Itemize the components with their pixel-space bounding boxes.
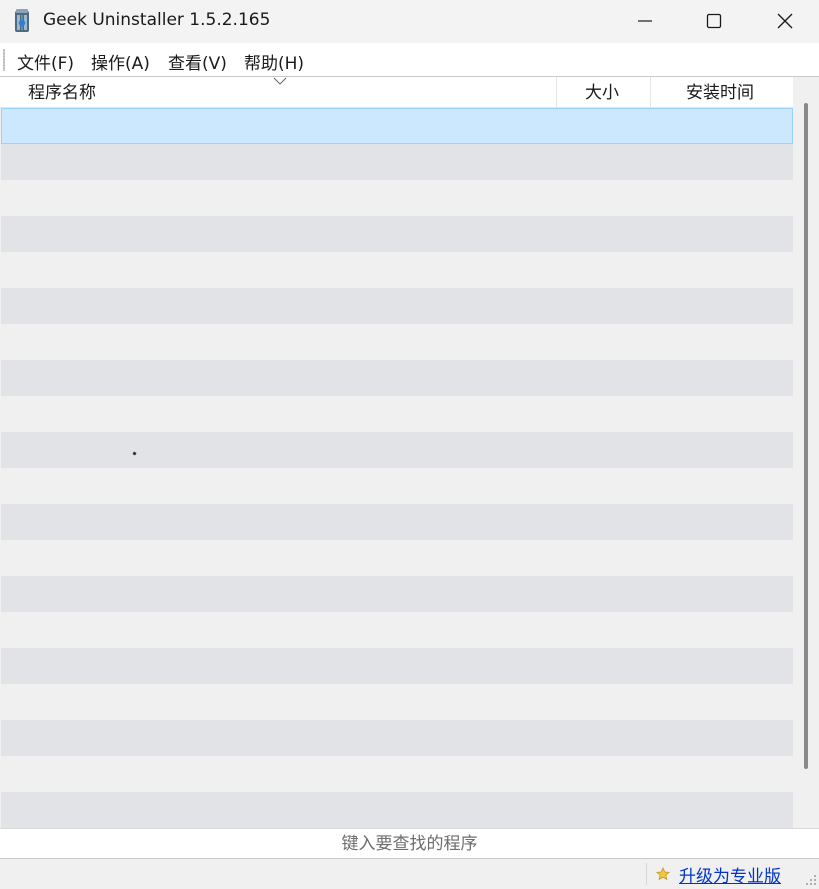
table-row[interactable] [1, 576, 793, 612]
table-row[interactable] [1, 684, 793, 720]
minimize-button[interactable] [610, 0, 680, 42]
scrollbar-thumb[interactable] [804, 103, 808, 769]
vertical-scrollbar[interactable] [793, 77, 819, 829]
close-button[interactable] [750, 0, 819, 42]
upgrade-link[interactable]: 升级为专业版 [679, 862, 781, 887]
table-row[interactable] [1, 396, 793, 432]
table-row[interactable] [1, 468, 793, 504]
maximize-icon [706, 13, 722, 29]
program-list[interactable]: 程序名称 大小 安装时间 [0, 76, 819, 829]
menu-grip [3, 49, 5, 71]
chevron-down-icon [273, 77, 287, 85]
maximize-button[interactable] [679, 0, 749, 42]
table-row[interactable] [1, 360, 793, 396]
menu-bar: 文件(F) 操作(A) 查看(V) 帮助(H) [0, 43, 819, 76]
table-row[interactable] [1, 180, 793, 216]
column-header-size[interactable]: 大小 [585, 77, 619, 108]
app-icon [15, 9, 29, 32]
window-title: Geek Uninstaller 1.5.2.165 [43, 10, 271, 30]
table-row[interactable] [1, 612, 793, 648]
table-row[interactable] [1, 792, 793, 828]
table-row[interactable] [1, 216, 793, 252]
table-row[interactable] [1, 432, 793, 468]
table-row[interactable] [1, 540, 793, 576]
column-separator[interactable] [650, 77, 651, 108]
column-header-name[interactable]: 程序名称 [28, 77, 96, 108]
search-bar [0, 828, 819, 859]
column-header-install-date[interactable]: 安装时间 [686, 77, 754, 108]
table-row[interactable] [1, 504, 793, 540]
table-header: 程序名称 大小 安装时间 [0, 77, 793, 108]
star-icon [656, 867, 670, 881]
menu-help[interactable]: 帮助(H) [244, 49, 304, 74]
status-bar: 升级为专业版 [0, 859, 819, 889]
menu-file[interactable]: 文件(F) [17, 49, 74, 74]
table-row[interactable] [1, 324, 793, 360]
table-row[interactable] [1, 288, 793, 324]
table-row[interactable] [1, 252, 793, 288]
status-separator [646, 863, 647, 885]
table-row[interactable] [1, 144, 793, 180]
menu-view[interactable]: 查看(V) [168, 49, 227, 74]
minimize-icon [638, 20, 652, 22]
column-separator[interactable] [556, 77, 557, 108]
resize-grip-icon[interactable] [804, 873, 817, 886]
table-row[interactable] [1, 108, 793, 144]
table-row[interactable] [1, 720, 793, 756]
table-rows [1, 108, 793, 829]
close-icon [777, 13, 793, 29]
title-bar: Geek Uninstaller 1.5.2.165 [0, 0, 819, 42]
table-row[interactable] [1, 756, 793, 792]
table-row[interactable] [1, 648, 793, 684]
search-input[interactable] [0, 829, 819, 858]
menu-action[interactable]: 操作(A) [91, 49, 150, 74]
